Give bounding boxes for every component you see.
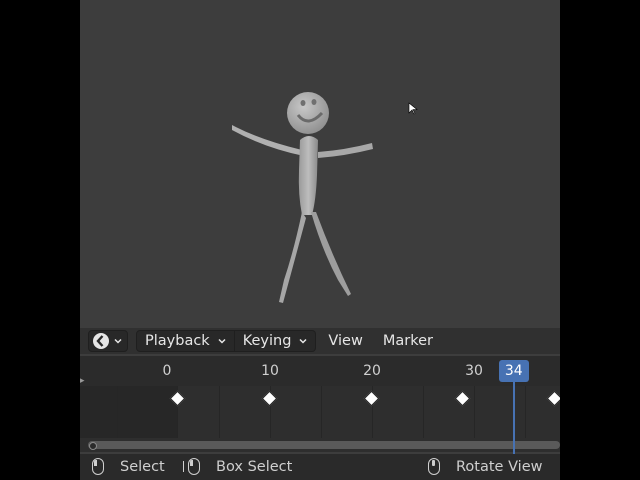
scrollbar-handle[interactable] bbox=[89, 442, 97, 450]
view-menu-label: View bbox=[328, 333, 363, 349]
marker-menu[interactable]: Marker bbox=[373, 330, 443, 352]
status-rotate-view-label: Rotate View bbox=[456, 458, 543, 475]
current-frame-indicator[interactable]: 34 bbox=[498, 360, 529, 382]
left-eye bbox=[300, 100, 306, 106]
keyframe-track[interactable] bbox=[80, 386, 560, 438]
view-menu[interactable]: View bbox=[318, 330, 372, 352]
playback-menu[interactable]: Playback bbox=[136, 330, 235, 352]
torso bbox=[298, 136, 318, 215]
left-leg bbox=[279, 212, 306, 303]
mouse-cursor-icon bbox=[408, 102, 418, 115]
ruler-tick: 30 bbox=[465, 363, 483, 379]
status-rotate-view: Rotate View bbox=[428, 458, 543, 475]
status-bar: Select Box Select Rotate View bbox=[80, 454, 560, 480]
grid-line bbox=[321, 386, 322, 438]
status-select-label: Select bbox=[120, 458, 165, 475]
editor-type-selector[interactable] bbox=[88, 330, 128, 352]
ruler-tick: 0 bbox=[162, 363, 172, 379]
clock-icon bbox=[93, 333, 109, 349]
status-select: Select bbox=[92, 458, 165, 475]
left-arm bbox=[232, 125, 304, 156]
right-leg bbox=[311, 212, 351, 296]
grid-line bbox=[117, 386, 118, 438]
scrollbar-area bbox=[80, 438, 560, 452]
mouse-drag-icon bbox=[183, 458, 200, 475]
horizontal-scrollbar[interactable] bbox=[88, 441, 560, 449]
right-eye bbox=[311, 99, 317, 105]
chevron-down-icon bbox=[299, 338, 307, 344]
ruler-tick: 10 bbox=[261, 363, 279, 379]
timeline-header: Playback Keying View Marker bbox=[80, 328, 560, 354]
chevron-down-icon bbox=[114, 338, 122, 344]
grid-line bbox=[423, 386, 424, 438]
grid-line bbox=[525, 386, 526, 438]
grid-line bbox=[474, 386, 475, 438]
chevron-down-icon bbox=[218, 338, 226, 344]
keying-menu-label: Keying bbox=[242, 333, 292, 349]
3d-viewport[interactable] bbox=[80, 0, 560, 328]
blender-window: Playback Keying View Marker 0 10 20 30 ▸ bbox=[80, 0, 560, 480]
mouse-left-icon bbox=[92, 458, 104, 475]
character-model bbox=[232, 92, 418, 303]
frame-ruler[interactable]: 0 10 20 30 bbox=[80, 356, 560, 386]
playhead[interactable] bbox=[512, 380, 515, 454]
marker-menu-label: Marker bbox=[382, 333, 433, 349]
playback-menu-label: Playback bbox=[145, 333, 210, 349]
status-box-select: Box Select bbox=[182, 458, 292, 475]
keying-menu[interactable]: Keying bbox=[234, 330, 317, 352]
head bbox=[287, 92, 329, 134]
status-box-select-label: Box Select bbox=[216, 458, 293, 475]
mouse-middle-icon bbox=[428, 458, 440, 475]
grid-line bbox=[219, 386, 220, 438]
right-arm bbox=[318, 143, 373, 158]
pre-range-area bbox=[80, 386, 177, 438]
ruler-tick: 20 bbox=[363, 363, 381, 379]
expand-arrow-icon[interactable]: ▸ bbox=[80, 376, 85, 386]
